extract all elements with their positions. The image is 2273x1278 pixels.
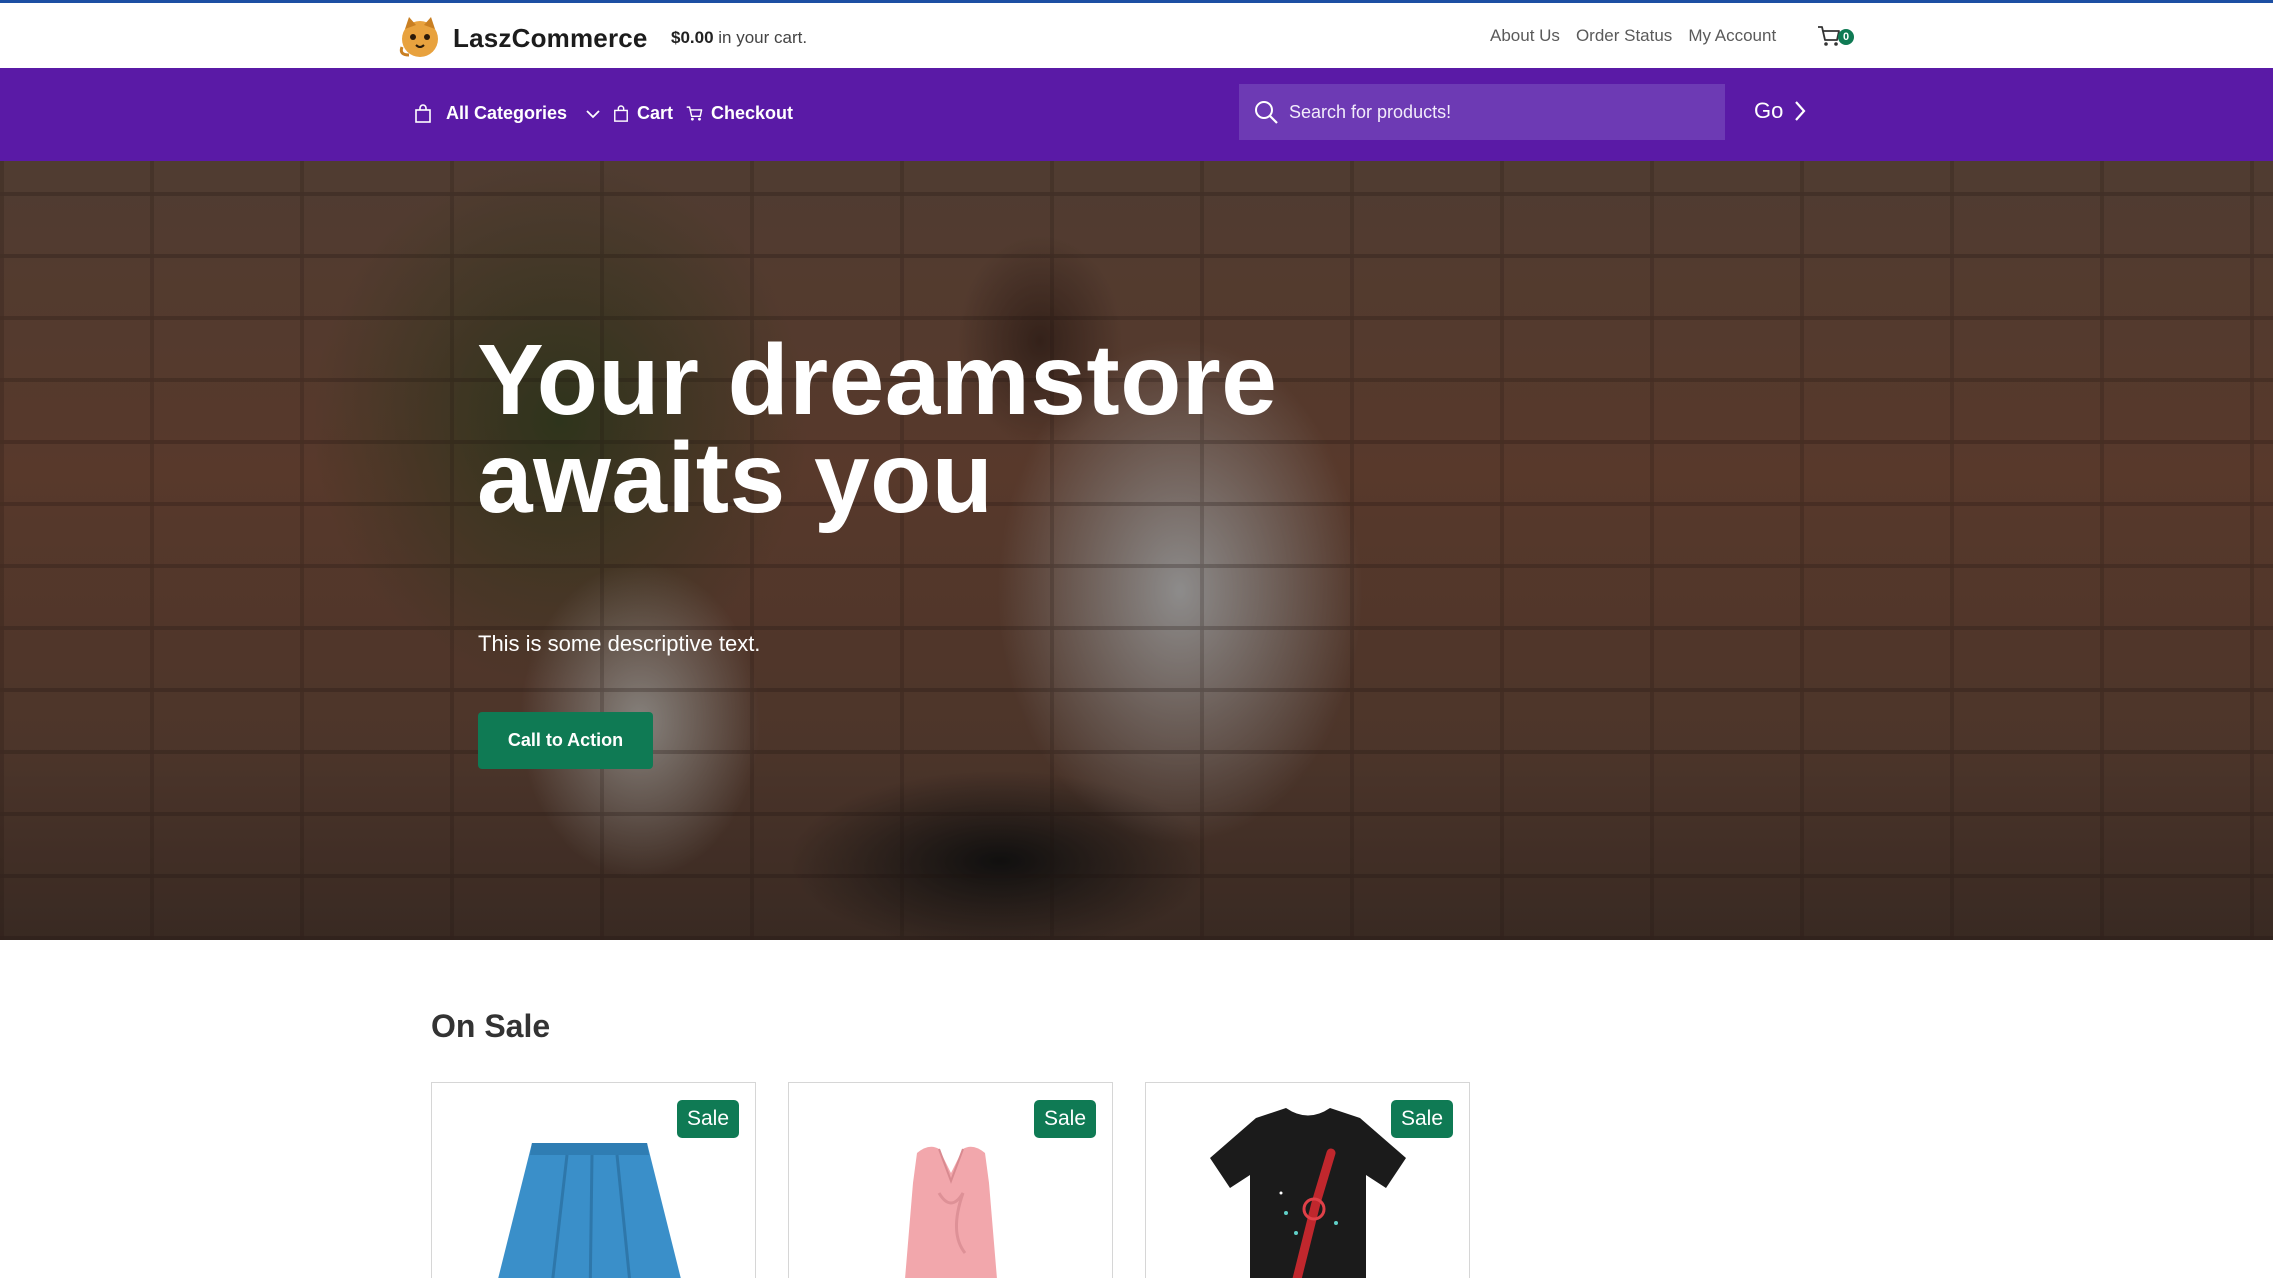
search-bar xyxy=(1239,84,1725,140)
cat-logo-icon[interactable] xyxy=(397,13,443,59)
sale-badge: Sale xyxy=(1390,1100,1453,1138)
account-links: About Us Order Status My Account xyxy=(1490,26,1776,46)
my-account-link[interactable]: My Account xyxy=(1688,26,1776,46)
hero-banner: Your dreamstore awaits you This is some … xyxy=(0,161,2273,940)
call-to-action-button[interactable]: Call to Action xyxy=(478,712,653,769)
cart-total: $0.00 xyxy=(671,28,714,47)
chevron-down-icon xyxy=(586,109,600,118)
cart-summary: $0.00 in your cart. xyxy=(671,28,807,48)
hero-overlay xyxy=(0,161,2273,940)
bag-icon xyxy=(415,103,431,123)
search-go-button[interactable]: Go xyxy=(1754,98,1807,124)
header-cart-button[interactable]: 0 xyxy=(1817,24,1854,50)
main-nav: All Categories Cart Checkout Go xyxy=(0,68,2273,161)
hero-title: Your dreamstore awaits you xyxy=(477,330,1377,528)
search-input[interactable] xyxy=(1289,101,1709,123)
product-card[interactable]: Sale xyxy=(431,1082,756,1278)
on-sale-heading: On Sale xyxy=(431,1008,551,1044)
nav-cart-label: Cart xyxy=(637,103,674,123)
sale-badge: Sale xyxy=(676,1100,739,1138)
cart-summary-text: in your cart. xyxy=(713,28,808,47)
search-icon xyxy=(1255,101,1278,124)
cart-count-badge: 0 xyxy=(1838,29,1854,45)
brand-name[interactable]: LaszCommerce xyxy=(453,23,648,54)
order-status-link[interactable]: Order Status xyxy=(1576,26,1672,46)
top-bar: LaszCommerce $0.00 in your cart. About U… xyxy=(0,3,2273,68)
all-categories-menu[interactable]: All Categories xyxy=(414,103,601,124)
about-us-link[interactable]: About Us xyxy=(1490,26,1560,46)
nav-cart-link[interactable]: Cart xyxy=(613,103,673,124)
product-card[interactable]: Sale xyxy=(1145,1082,1470,1278)
bag-icon xyxy=(614,104,628,122)
product-card[interactable]: Sale xyxy=(788,1082,1113,1278)
hero-description: This is some descriptive text. xyxy=(478,631,761,656)
nav-checkout-link[interactable]: Checkout xyxy=(686,103,793,124)
hero-title-line1: Your dreamstore xyxy=(477,324,1278,436)
hero-title-line2: awaits you xyxy=(477,422,994,534)
cart-icon xyxy=(686,106,703,121)
go-label: Go xyxy=(1754,98,1784,123)
nav-checkout-label: Checkout xyxy=(711,103,794,123)
all-categories-label: All Categories xyxy=(446,103,568,123)
chevron-right-icon xyxy=(1795,101,1806,121)
sale-badge: Sale xyxy=(1033,1100,1096,1138)
